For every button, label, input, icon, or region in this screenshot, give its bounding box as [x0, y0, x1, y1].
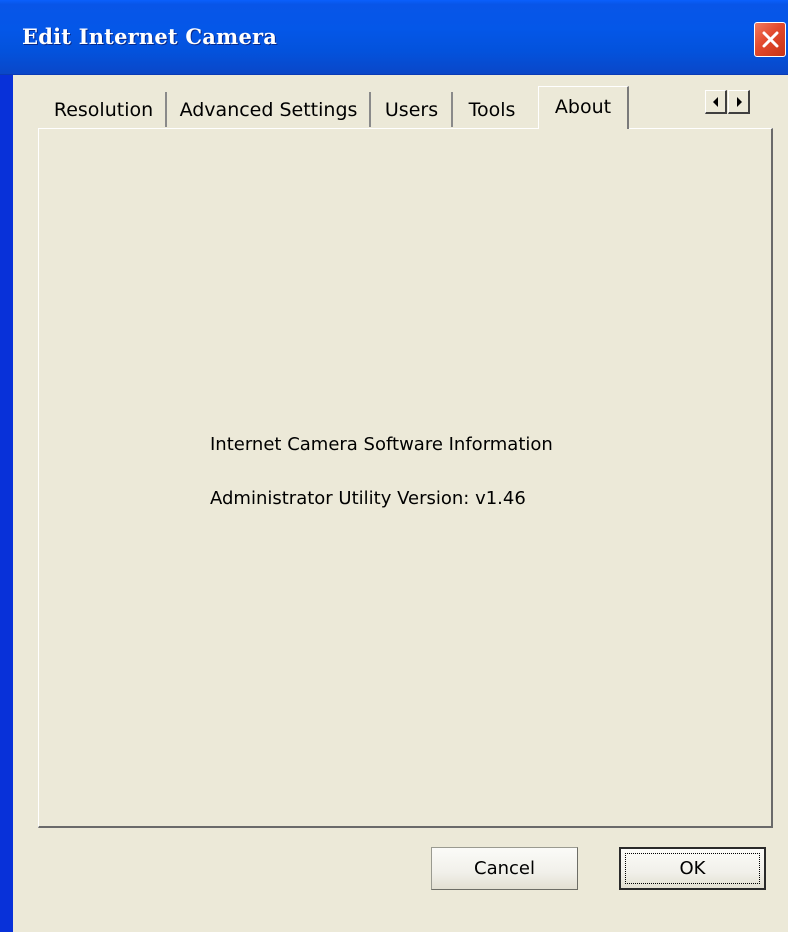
tab-label: Resolution [53, 98, 154, 121]
tab-label: Tools [468, 98, 516, 121]
tab-label: About [554, 96, 612, 118]
arrow-right-icon [737, 97, 742, 107]
title-bar[interactable]: Edit Internet Camera [0, 0, 788, 75]
cancel-button[interactable]: Cancel [431, 847, 578, 890]
version-text: Administrator Utility Version: v1.46 [210, 488, 526, 509]
cancel-button-label: Cancel [474, 858, 535, 879]
dialog-window: Edit Internet Camera Resolution Advanced… [0, 0, 788, 932]
close-icon [762, 31, 779, 48]
tab-label: Advanced Settings [179, 98, 358, 121]
tab-scroll-right-button[interactable] [728, 90, 750, 114]
tab-resolution[interactable]: Resolution [42, 92, 167, 127]
tab-label: Users [384, 98, 439, 121]
tab-advanced-settings[interactable]: Advanced Settings [168, 92, 371, 127]
arrow-left-icon [713, 97, 718, 107]
close-button[interactable] [754, 22, 786, 57]
focus-rectangle [625, 853, 760, 884]
tab-users[interactable]: Users [372, 92, 453, 127]
tab-about[interactable]: About [538, 86, 629, 129]
about-panel: Internet Camera Software Information Adm… [38, 128, 773, 828]
window-title: Edit Internet Camera [22, 24, 278, 49]
ok-button[interactable]: OK [619, 847, 766, 890]
tab-tools[interactable]: Tools [454, 92, 530, 127]
dialog-body: Resolution Advanced Settings Users Tools… [13, 75, 788, 932]
tab-scroll-left-button[interactable] [705, 90, 727, 114]
software-info-heading: Internet Camera Software Information [210, 434, 553, 455]
